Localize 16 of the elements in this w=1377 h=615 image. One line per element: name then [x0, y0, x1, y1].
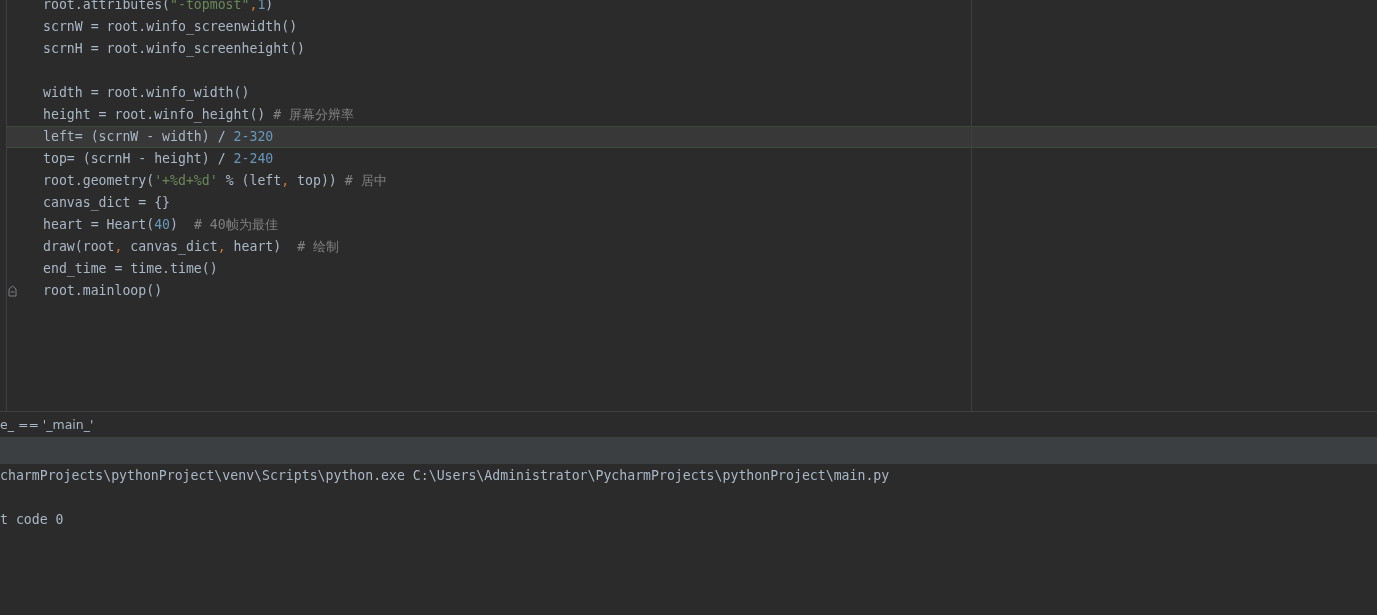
- code-line: draw(root, canvas_dict, heart) # 绘制: [43, 239, 339, 254]
- code-line: root.mainloop(): [43, 283, 163, 298]
- code-line: scrnH = root.winfo_screenheight(): [43, 41, 305, 56]
- code-line: top= (scrnH - height) / 2-240: [43, 151, 274, 166]
- code-line: width = root.winfo_width(): [43, 85, 250, 100]
- breadcrumb[interactable]: e_ == '_main_': [0, 417, 94, 432]
- console-output-line: t code 0: [0, 512, 64, 527]
- code-line: left= (scrnW - width) / 2-320: [43, 129, 274, 144]
- code-line: heart = Heart(40) # 40帧为最佳: [43, 217, 278, 232]
- code-line: end_time = time.time(): [43, 261, 218, 276]
- code-line: root.geometry('+%d+%d' % (left, top)) # 居中: [43, 173, 387, 188]
- code-line: scrnW = root.winfo_screenwidth(): [43, 19, 298, 34]
- code-line: canvas_dict = {}: [43, 195, 171, 210]
- code-line: height = root.winfo_height() # 屏幕分辨率: [43, 107, 355, 122]
- fold-marker-icon[interactable]: [8, 285, 17, 297]
- console-output-line: charmProjects\pythonProject\venv\Scripts\python.exe C:\Users\Administrator\PycharmProjects\pythonProject\main.py: [0, 468, 890, 483]
